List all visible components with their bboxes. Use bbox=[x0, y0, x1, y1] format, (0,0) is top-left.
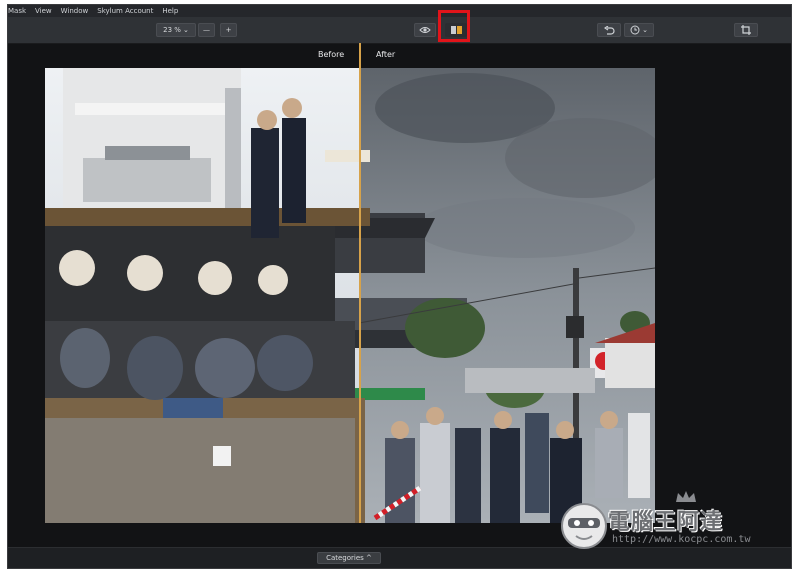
watermark: 電腦王阿達 http://www.kocpc.com.tw bbox=[556, 490, 776, 554]
zoom-in-button[interactable]: + bbox=[220, 23, 237, 37]
plus-icon: + bbox=[225, 26, 232, 34]
toolbar: 23 % ⌄ — + ⌄ bbox=[8, 17, 791, 44]
compare-label-bar: Before After bbox=[8, 44, 791, 64]
app-window: Mask View Window Skylum Account Help 23 … bbox=[7, 4, 792, 569]
minus-icon: — bbox=[203, 26, 210, 34]
crown-icon bbox=[676, 491, 696, 502]
crop-icon bbox=[741, 25, 751, 35]
watermark-url: http://www.kocpc.com.tw bbox=[612, 534, 751, 545]
before-label: Before bbox=[318, 50, 345, 59]
preview-button[interactable] bbox=[414, 23, 436, 37]
watermark-title: 電腦王阿達 bbox=[608, 510, 724, 535]
zoom-out-button[interactable]: — bbox=[198, 23, 215, 37]
compare-button-highlight bbox=[438, 10, 470, 42]
history-button[interactable]: ⌄ bbox=[624, 23, 654, 37]
undo-icon bbox=[603, 25, 615, 35]
photo-canvas[interactable] bbox=[45, 68, 655, 523]
categories-button[interactable]: Categories ^ bbox=[317, 552, 381, 564]
menu-bar: Mask View Window Skylum Account Help bbox=[8, 5, 791, 17]
menu-view[interactable]: View bbox=[35, 7, 61, 15]
eye-icon bbox=[419, 27, 431, 33]
menu-window[interactable]: Window bbox=[61, 7, 98, 15]
menu-skylum-account[interactable]: Skylum Account bbox=[97, 7, 162, 15]
after-label: After bbox=[376, 50, 396, 59]
history-clock-icon bbox=[630, 25, 640, 35]
chevron-down-icon: ⌄ bbox=[642, 26, 648, 34]
chevron-down-icon: ⌄ bbox=[182, 26, 189, 34]
menu-mask[interactable]: Mask bbox=[8, 7, 35, 15]
festival-photo bbox=[45, 68, 655, 523]
mascot-logo-icon bbox=[561, 503, 607, 549]
compare-divider[interactable] bbox=[359, 43, 361, 523]
undo-button[interactable] bbox=[597, 23, 621, 37]
zoom-value: 23 % bbox=[163, 26, 181, 34]
crop-button[interactable] bbox=[734, 23, 758, 37]
menu-help[interactable]: Help bbox=[162, 7, 187, 15]
zoom-dropdown[interactable]: 23 % ⌄ bbox=[156, 23, 196, 37]
